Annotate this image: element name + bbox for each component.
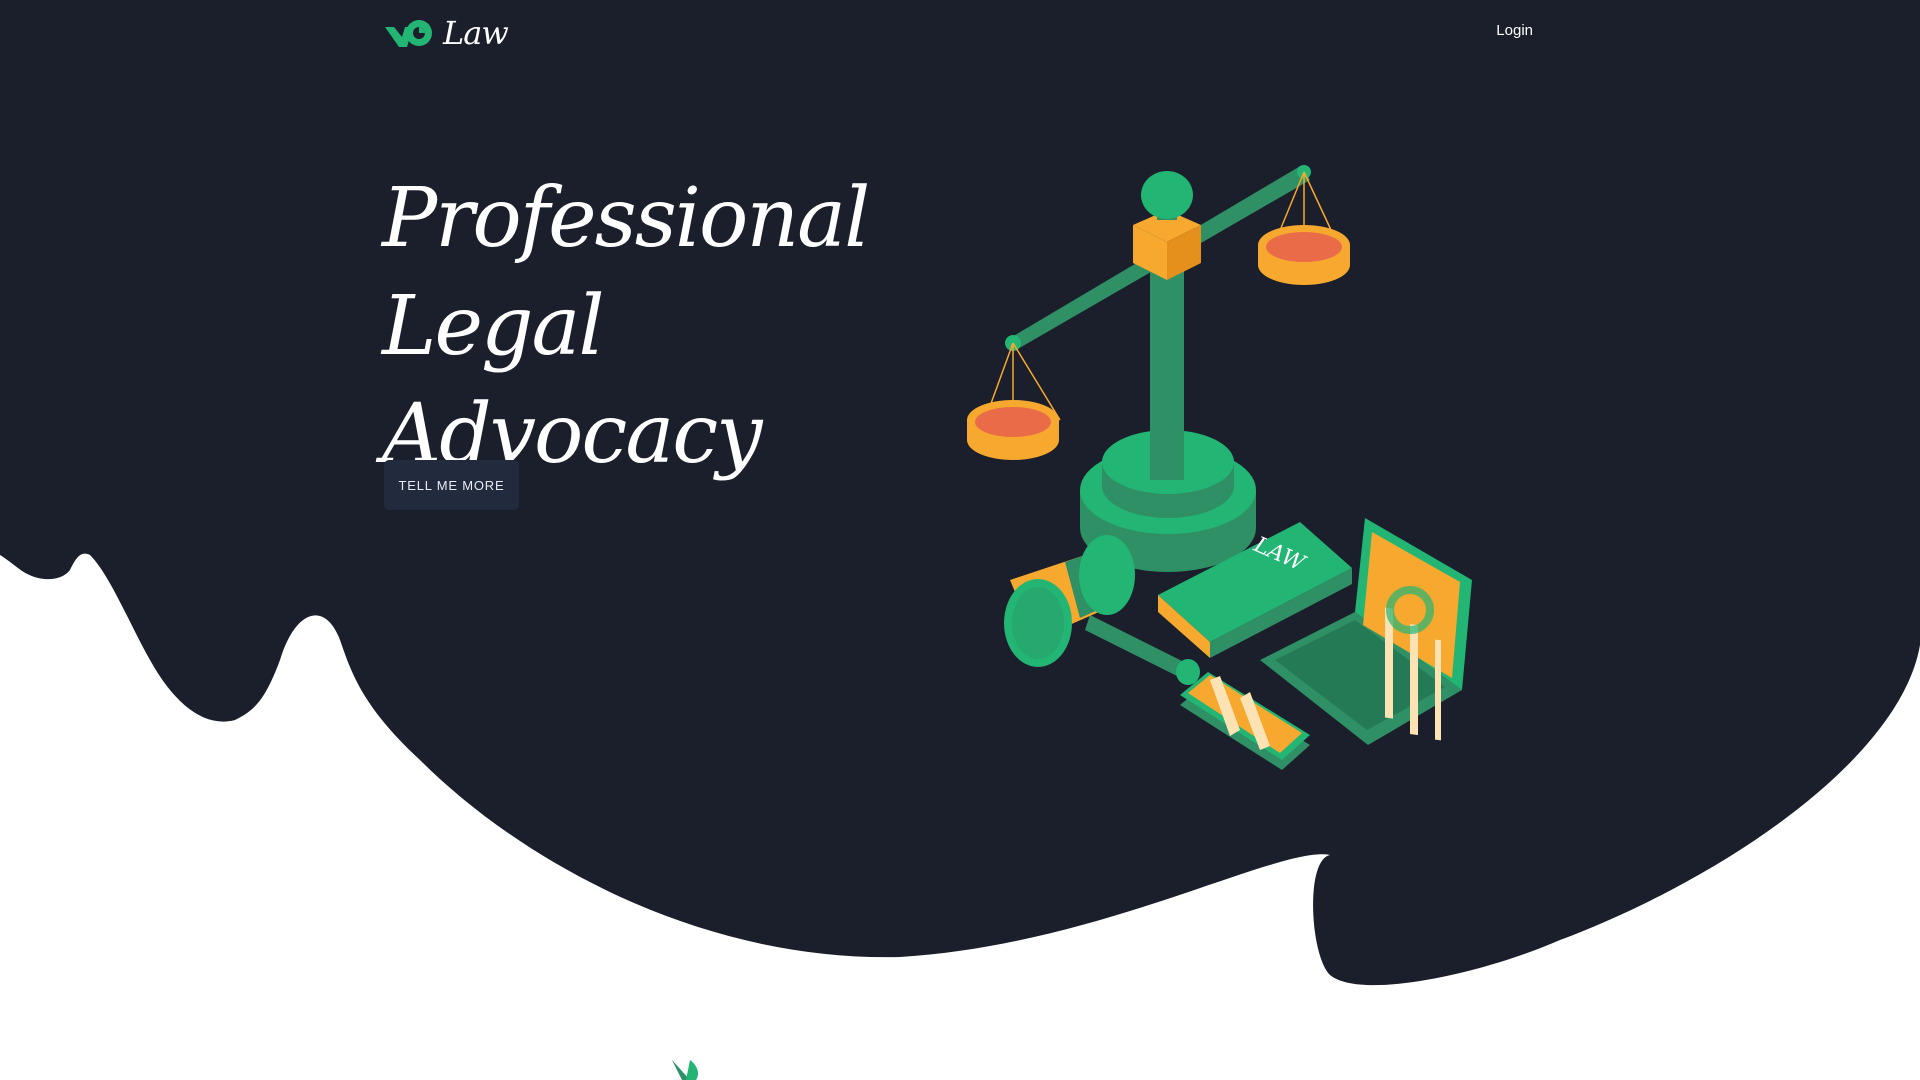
scale-top-block xyxy=(1133,171,1201,280)
law-scales-illustration: LAW xyxy=(967,165,1472,770)
tell-me-more-button[interactable]: TELL ME MORE xyxy=(384,460,519,510)
logo-text: Law xyxy=(443,14,509,52)
left-scale-pan xyxy=(967,342,1061,460)
leaf-icon xyxy=(672,1060,698,1080)
scale-post xyxy=(1150,245,1184,480)
login-link[interactable]: Login xyxy=(1496,22,1533,39)
top-navigation: Law Login xyxy=(383,8,1533,58)
logo-mark-icon xyxy=(385,20,432,47)
smartphone xyxy=(1180,672,1310,770)
landing-page: Law Login Professional Legal Advocacy TE… xyxy=(0,0,1920,1080)
hero-title: Professional Legal Advocacy xyxy=(382,171,870,482)
site-logo[interactable]: Law xyxy=(383,8,509,58)
